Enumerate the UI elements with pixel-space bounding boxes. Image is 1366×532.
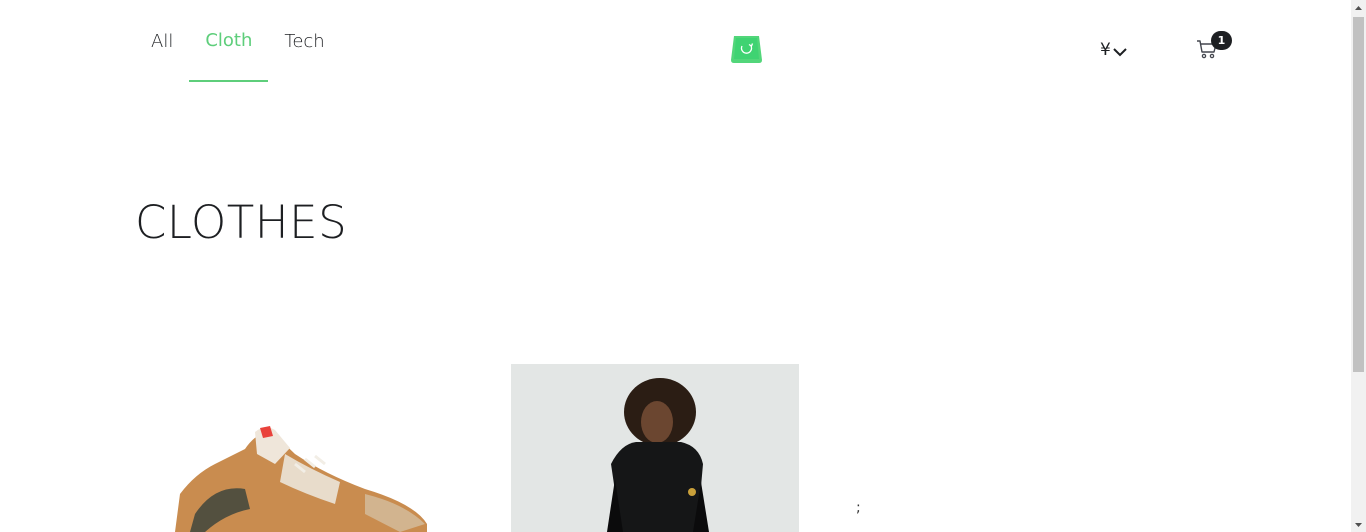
- vertical-scrollbar[interactable]: [1351, 0, 1366, 532]
- currency-switcher[interactable]: ¥: [1100, 38, 1127, 62]
- scroll-up-arrow-icon[interactable]: [1351, 0, 1366, 15]
- stray-text: ;: [856, 500, 861, 516]
- nav-tab-label: Cloth: [205, 29, 253, 51]
- nav-tab-all[interactable]: All: [135, 0, 189, 82]
- scrollbar-thumb[interactable]: [1353, 17, 1364, 372]
- product-card[interactable]: [511, 364, 799, 532]
- chevron-down-icon: [1113, 42, 1127, 62]
- shopping-bag-logo-icon[interactable]: [731, 32, 762, 63]
- nav-tab-tech[interactable]: Tech: [268, 0, 340, 82]
- nav-tab-label: All: [151, 30, 174, 52]
- nav-tab-cloth[interactable]: Cloth: [189, 0, 269, 82]
- scroll-down-arrow-icon[interactable]: [1351, 517, 1366, 532]
- black-jacket-product-image: [511, 364, 799, 532]
- category-nav: All Cloth Tech: [135, 0, 341, 82]
- header: All Cloth Tech ¥ 1: [0, 0, 1351, 82]
- page-title: CLOTHES: [135, 196, 348, 249]
- sneaker-product-image: [175, 426, 427, 532]
- nav-tab-label: Tech: [284, 30, 325, 52]
- cart-count-badge: 1: [1211, 31, 1232, 50]
- currency-symbol: ¥: [1100, 40, 1111, 60]
- product-card[interactable]: [135, 364, 465, 532]
